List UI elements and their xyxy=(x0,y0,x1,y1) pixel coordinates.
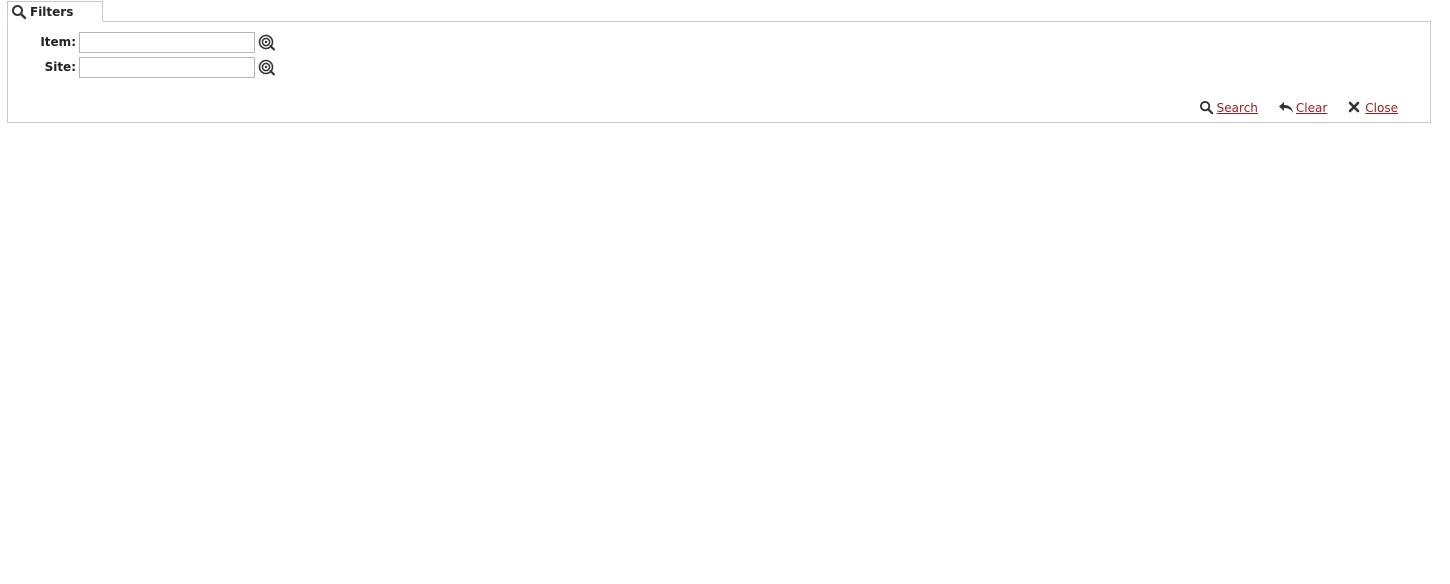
site-input[interactable] xyxy=(79,56,255,78)
filters-tab-label: Filters xyxy=(30,4,74,19)
close-button[interactable]: Close xyxy=(1347,100,1398,115)
search-icon xyxy=(11,4,27,20)
filters-tab[interactable]: Filters xyxy=(7,1,103,22)
item-label: Item: xyxy=(40,35,76,49)
undo-arrow-icon xyxy=(1278,100,1293,115)
search-icon xyxy=(1199,100,1214,115)
clear-button[interactable]: Clear xyxy=(1278,100,1327,115)
site-lookup-icon[interactable] xyxy=(258,58,276,76)
search-link[interactable]: Search xyxy=(1217,101,1258,115)
item-field-row: Item: xyxy=(8,31,276,53)
close-link[interactable]: Close xyxy=(1365,101,1398,115)
search-button[interactable]: Search xyxy=(1199,100,1258,115)
item-input[interactable] xyxy=(79,31,255,53)
site-field-row: Site: xyxy=(8,56,276,78)
close-icon xyxy=(1347,100,1362,115)
filter-actions: Search Clear Close xyxy=(1179,100,1398,115)
filters-panel: Item: Site: Search Clear Close xyxy=(7,21,1431,123)
item-lookup-icon[interactable] xyxy=(258,33,276,51)
clear-link[interactable]: Clear xyxy=(1296,101,1327,115)
site-label: Site: xyxy=(44,60,76,74)
